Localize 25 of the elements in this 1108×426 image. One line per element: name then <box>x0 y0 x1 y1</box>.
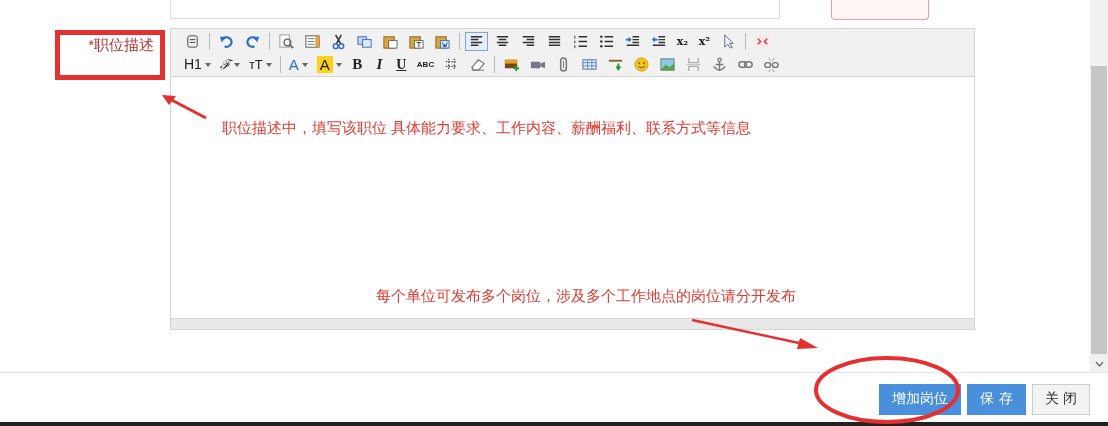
field-label: *职位描述 <box>88 36 154 55</box>
toolbar-button[interactable]: ABC <box>413 55 438 74</box>
caret-icon[interactable] <box>233 62 240 67</box>
scroll-down-icon[interactable] <box>1094 361 1104 367</box>
toolbar-button[interactable]: B <box>347 55 367 74</box>
scrollbar-thumb[interactable] <box>1091 66 1107 354</box>
toolbar-button[interactable]: I <box>369 55 389 74</box>
align-left-icon[interactable] <box>465 32 488 51</box>
toolbar-button[interactable]: U <box>391 55 411 74</box>
toolbar-button[interactable]: ᴛT <box>245 55 275 74</box>
caret-icon[interactable] <box>265 62 272 67</box>
input-field[interactable] <box>170 0 780 19</box>
caret-icon[interactable] <box>301 62 308 67</box>
toolbar-button[interactable]: x₂ <box>673 32 692 51</box>
scrollbar[interactable] <box>1090 0 1108 372</box>
annotation-text: 职位描述中，填写该职位 具体能力要求、工作内容、薪酬福利、联系方式等信息 <box>222 119 752 138</box>
annotation-text: 每个单位可发布多个岗位，涉及多个工作地点的岗位请分开发布 <box>376 287 796 306</box>
toolbar-button[interactable]: A <box>313 55 345 74</box>
footer-button[interactable]: 关 闭 <box>1031 383 1090 415</box>
toolbar-button[interactable]: x² <box>695 32 714 51</box>
caret-icon[interactable] <box>335 62 342 67</box>
toolbar-button[interactable]: A <box>285 55 311 74</box>
caret-icon[interactable] <box>204 62 211 67</box>
toolbar-button[interactable]: ℱ <box>216 55 243 74</box>
toolbar-button[interactable]: H1 <box>181 55 214 74</box>
